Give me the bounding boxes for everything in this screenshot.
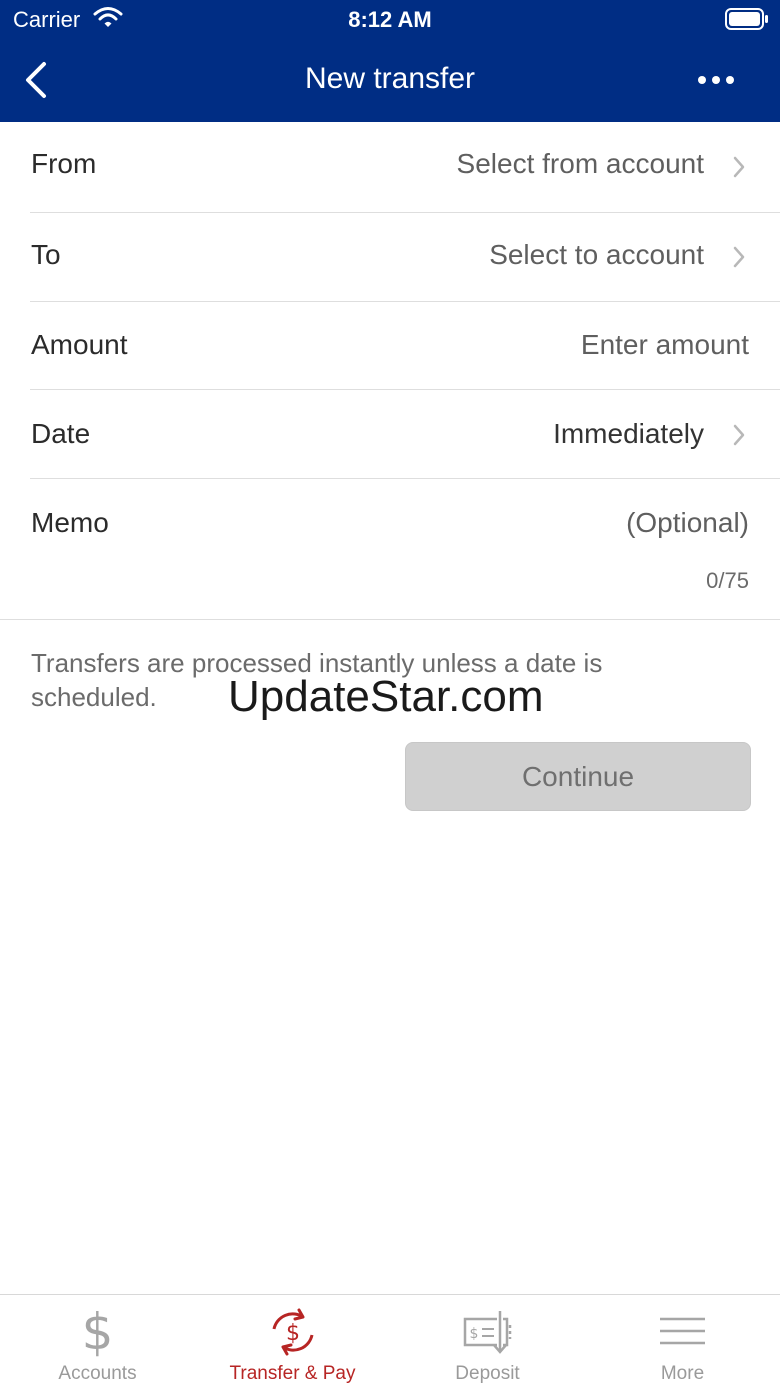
tab-label: More — [660, 1363, 705, 1384]
tab-transfer-pay[interactable]: $ Transfer & Pay — [195, 1295, 390, 1388]
menu-icon — [660, 1317, 705, 1345]
amount-input[interactable]: Enter amount — [581, 329, 749, 361]
tab-label: Transfer & Pay — [229, 1363, 356, 1384]
memo-character-counter: 0/75 — [706, 568, 749, 593]
chevron-right-icon — [733, 424, 745, 446]
divider — [0, 619, 780, 620]
page-title: New transfer — [304, 62, 476, 95]
continue-button[interactable]: Continue — [405, 742, 751, 811]
from-account-value: Select from account — [456, 148, 704, 179]
amount-row[interactable]: Amount Enter amount — [0, 302, 780, 389]
status-time: 8:12 AM — [348, 7, 432, 32]
date-label: Date — [31, 418, 91, 449]
tab-more[interactable]: More — [585, 1295, 780, 1388]
transfer-pay-icon: $ — [272, 1308, 314, 1356]
date-value: Immediately — [553, 418, 704, 449]
watermark-text: UpdateStar.com — [228, 672, 544, 721]
date-row[interactable]: Date Immediately — [0, 390, 780, 478]
battery-icon — [725, 8, 769, 35]
tab-bar: $ Accounts $ Transfer & Pay $ Deposit Mo… — [0, 1294, 780, 1388]
memo-label: Memo — [31, 507, 109, 538]
to-account-row[interactable]: To Select to account — [0, 213, 780, 301]
to-account-value: Select to account — [489, 239, 704, 270]
svg-text:$: $ — [82, 1307, 114, 1357]
dollar-icon: $ — [82, 1307, 114, 1357]
tab-accounts[interactable]: $ Accounts — [0, 1295, 195, 1388]
tab-label: Deposit — [455, 1363, 520, 1384]
app-header: Carrier 8:12 AM New transfer — [0, 0, 780, 122]
chevron-right-icon — [733, 156, 745, 178]
tab-deposit[interactable]: $ Deposit — [390, 1295, 585, 1388]
more-options-button[interactable] — [690, 62, 742, 98]
memo-input[interactable]: (Optional) — [626, 507, 749, 539]
ellipsis-icon — [698, 76, 734, 84]
from-label: From — [31, 148, 97, 179]
memo-row[interactable]: Memo (Optional) — [0, 479, 780, 619]
tab-label: Accounts — [58, 1363, 137, 1384]
amount-label: Amount — [31, 329, 128, 360]
check-deposit-icon: $ — [463, 1309, 512, 1354]
svg-text:$: $ — [470, 1326, 479, 1342]
from-account-row[interactable]: From Select from account — [0, 122, 780, 212]
svg-text:$: $ — [286, 1321, 300, 1346]
status-bar: Carrier 8:12 AM — [0, 0, 780, 40]
chevron-right-icon — [733, 246, 745, 268]
to-label: To — [31, 239, 61, 270]
